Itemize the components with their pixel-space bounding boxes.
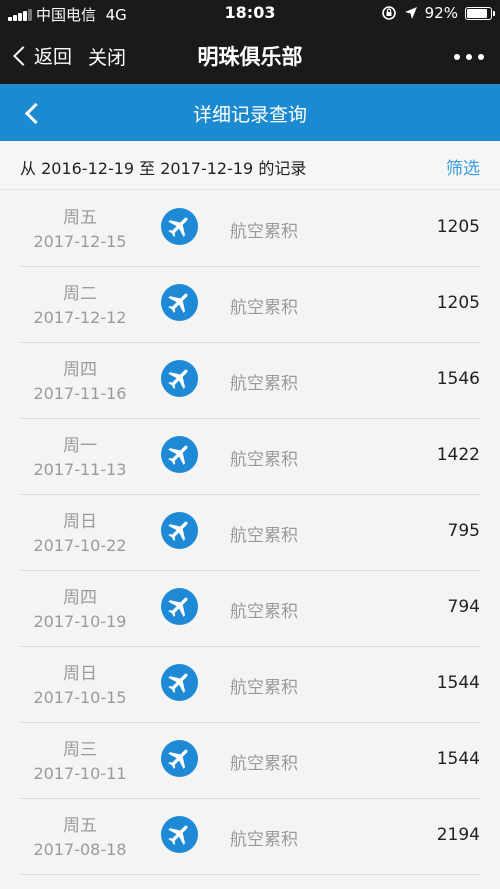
close-button[interactable]: 关闭 [88,43,126,70]
record-date: 2017-10-22 [33,536,127,555]
airplane-icon [161,740,198,777]
record-weekday: 周二 [63,284,97,304]
record-weekday: 周四 [63,588,97,608]
record-points: 794 [447,597,480,617]
orientation-lock-icon [381,6,396,20]
airplane-icon [161,664,198,701]
record-points: 1205 [436,293,480,313]
record-weekday: 周四 [63,360,97,380]
more-menu-icon[interactable] [454,54,484,60]
record-date: 2017-10-15 [33,688,127,707]
record-date: 2017-12-12 [33,308,127,327]
record-type: 航空累积 [230,298,298,318]
record-weekday: 周三 [63,740,97,760]
chevron-left-icon [13,45,33,66]
record-row[interactable]: 周日 2017-10-15 航空累积 1544 [0,647,500,723]
record-date: 2017-11-16 [33,384,127,403]
battery-icon [465,6,495,20]
record-type: 航空累积 [230,450,298,470]
airplane-icon [161,284,198,321]
record-type: 航空累积 [230,754,298,774]
record-type: 航空累积 [230,678,298,698]
record-date: 2017-10-19 [33,612,127,631]
airplane-icon [161,208,198,245]
status-bar: 中国电信 4G 18:03 92% [0,0,500,28]
record-row[interactable]: 周五 2017-12-15 航空累积 1205 [0,191,500,267]
record-points: 1544 [436,673,480,693]
record-date: 2017-11-13 [33,460,127,479]
record-row[interactable]: 周二 2017-12-12 航空累积 1205 [0,267,500,343]
record-points: 2194 [436,825,480,845]
record-row[interactable]: 周四 2017-10-19 航空累积 794 [0,571,500,647]
wechat-nav-bar: 返回 关闭 明珠俱乐部 [0,28,500,84]
record-points: 1205 [436,217,480,237]
record-type: 航空累积 [230,222,298,242]
record-row[interactable]: 周五 2017-08-18 航空累积 2194 [0,799,500,875]
app-header: 详细记录查询 [0,84,500,141]
back-label: 返回 [34,46,73,68]
record-type: 航空累积 [230,830,298,850]
date-range-bar: 从 2016-12-19 至 2017-12-19 的记录 筛选 [0,141,500,190]
airplane-icon [161,360,198,397]
battery-percent: 92% [424,4,458,22]
header-title: 详细记录查询 [192,104,307,126]
record-row[interactable]: 周四 2017-11-16 航空累积 1546 [0,343,500,419]
location-arrow-icon [404,7,417,19]
record-weekday: 周一 [63,436,97,456]
date-range-text: 从 2016-12-19 至 2017-12-19 的记录 [20,159,307,178]
back-button[interactable]: 返回 [12,42,72,69]
record-weekday: 周五 [63,208,97,228]
airplane-icon [161,436,198,473]
filter-button[interactable]: 筛选 [446,154,480,179]
record-points: 1422 [436,445,480,465]
page-title: 明珠俱乐部 [197,45,303,69]
record-type: 航空累积 [230,374,298,394]
record-weekday: 周五 [63,816,97,836]
record-row[interactable]: 周一 2017-11-13 航空累积 1422 [0,419,500,495]
record-weekday: 周日 [63,664,97,684]
record-date: 2017-12-15 [33,232,127,251]
record-row[interactable]: 周日 2017-10-22 航空累积 795 [0,495,500,571]
record-points: 795 [447,521,480,541]
record-date: 2017-08-18 [33,840,127,859]
record-type: 航空累积 [230,526,298,546]
airplane-icon [161,588,198,625]
record-type: 航空累积 [230,602,298,622]
record-weekday: 周日 [63,512,97,532]
record-points: 1544 [436,749,480,769]
airplane-icon [161,512,198,549]
airplane-icon [161,816,198,853]
records-list: 周五 2017-12-15 航空累积 1205 周二 2017-12-12 航空… [0,191,500,875]
record-date: 2017-10-11 [33,764,127,783]
record-points: 1546 [436,369,480,389]
record-row[interactable]: 周三 2017-10-11 航空累积 1544 [0,723,500,799]
